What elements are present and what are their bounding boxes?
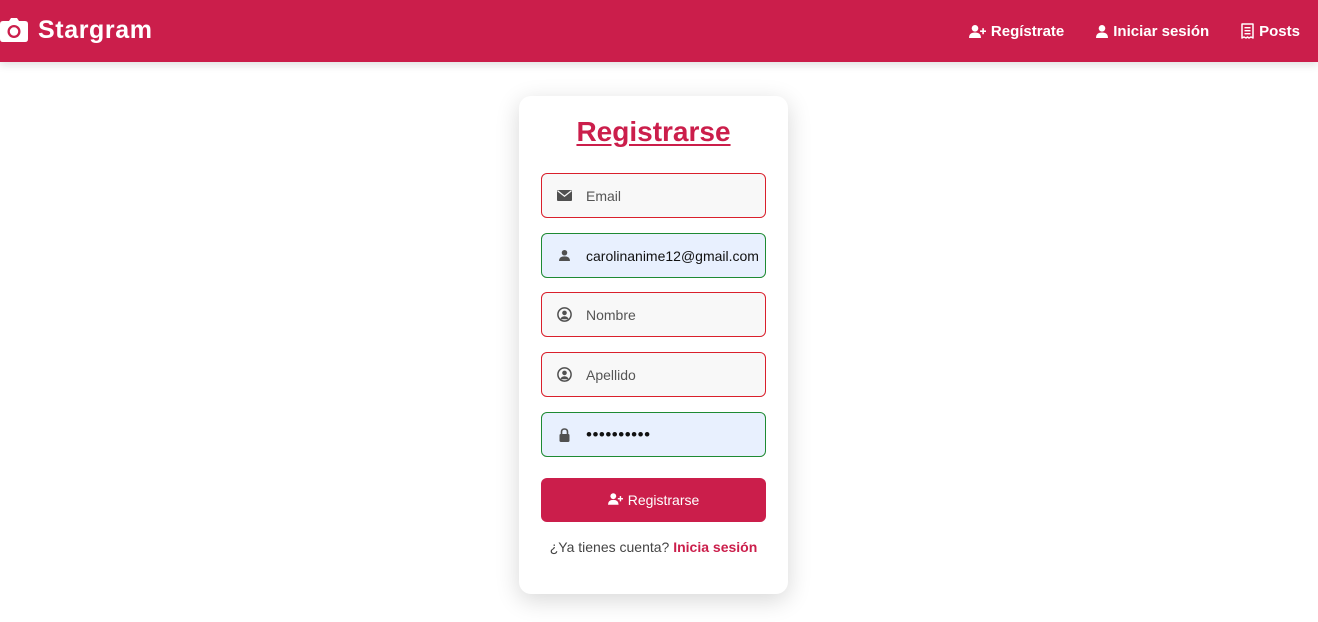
lock-icon (542, 427, 586, 442)
nav-login-link[interactable]: Iniciar sesión (1096, 23, 1209, 40)
envelope-icon (542, 190, 586, 201)
user-circle-icon (542, 367, 586, 382)
register-button-label: Registrarse (627, 492, 700, 508)
login-prompt: ¿Ya tienes cuenta? Inicia sesión (519, 539, 788, 555)
user-plus-icon (607, 492, 623, 508)
camera-icon (0, 18, 28, 42)
apellido-field-wrapper (541, 352, 766, 397)
nav-register-link[interactable]: Regístrate (968, 22, 1065, 40)
username-field-wrapper (541, 233, 766, 278)
nombre-field-wrapper (541, 292, 766, 337)
user-plus-icon (968, 24, 986, 38)
register-card: Registrarse Email carolinanime12@gmail.c… (519, 96, 788, 594)
email-field-wrapper (541, 173, 766, 218)
username-field[interactable] (586, 247, 764, 264)
nav-register-label: Regístrate (990, 22, 1065, 40)
password-field[interactable] (586, 424, 764, 445)
navbar: Stargram Regístrate Iniciar sesión Posts (0, 0, 1318, 62)
brand-name: Stargram (38, 15, 153, 44)
nav-login-label: Iniciar sesión (1113, 22, 1210, 40)
nav-posts-link[interactable]: Posts (1241, 23, 1300, 40)
user-circle-icon (542, 307, 586, 322)
brand-logo[interactable]: Stargram (0, 12, 153, 48)
user-icon (542, 250, 586, 261)
register-button[interactable]: Registrarse (541, 478, 766, 522)
receipt-icon (1241, 23, 1254, 39)
register-title: Registrarse (576, 116, 731, 147)
nav-links: Regístrate Iniciar sesión Posts (968, 0, 1300, 62)
apellido-field[interactable] (586, 366, 764, 383)
login-prompt-text: ¿Ya tienes cuenta? (549, 539, 670, 555)
login-link[interactable]: Inicia sesión (673, 539, 757, 555)
nombre-field[interactable] (586, 306, 764, 323)
user-icon (1096, 24, 1109, 38)
email-field[interactable] (586, 187, 764, 204)
password-field-wrapper (541, 412, 766, 457)
nav-posts-label: Posts (1259, 22, 1300, 40)
